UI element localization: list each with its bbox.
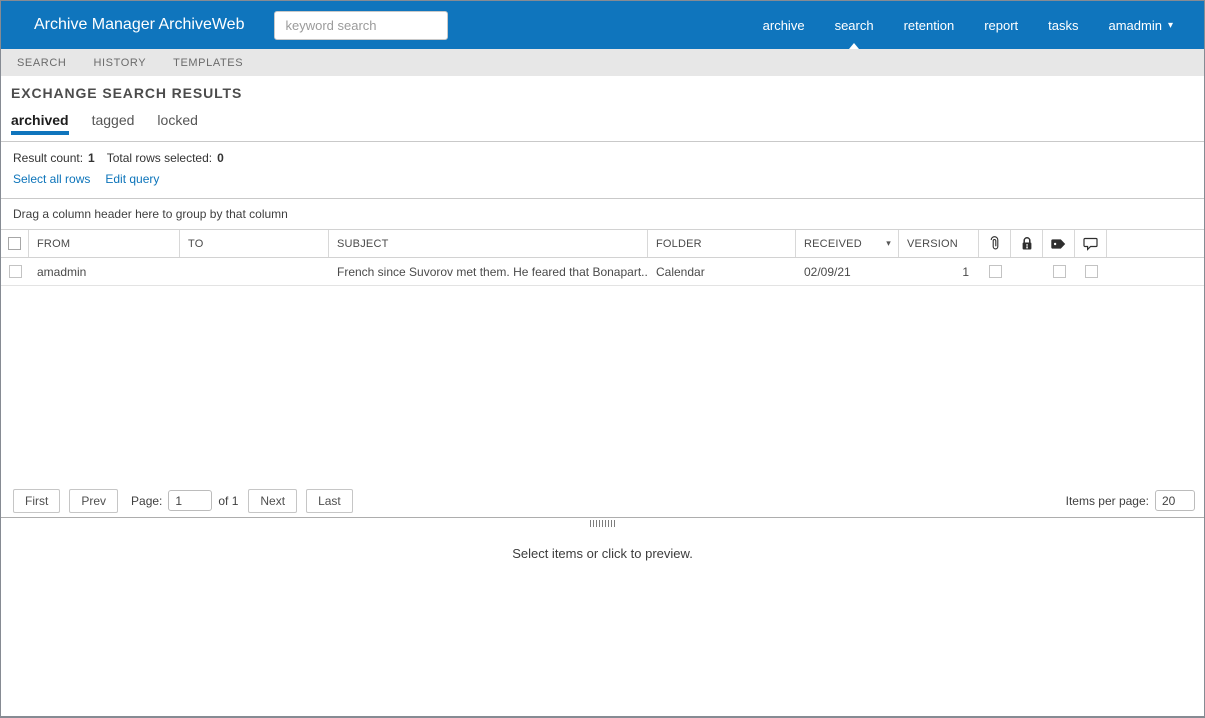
row-select-checkbox[interactable] <box>8 265 22 278</box>
received-label: RECEIVED <box>804 237 862 250</box>
tab-archived[interactable]: archived <box>11 112 69 135</box>
row-comment-cell <box>1075 258 1107 285</box>
column-header-from[interactable]: FROM <box>29 230 180 257</box>
result-row[interactable]: amadmin French since Suvorov met them. H… <box>1 258 1204 286</box>
row-version-cell: 1 <box>962 264 969 279</box>
result-counts: Result count: 1 Total rows selected: 0 <box>13 151 1192 165</box>
items-per-page-group: Items per page: <box>1062 490 1195 511</box>
nav-item-search[interactable]: search <box>820 1 889 49</box>
row-attachment-checkbox[interactable] <box>988 265 1002 278</box>
grid-header-row: FROM TO SUBJECT FOLDER RECEIVED ▾ VERSIO… <box>1 229 1204 258</box>
column-header-comment[interactable] <box>1075 230 1107 257</box>
subnav-item-templates[interactable]: TEMPLATES <box>173 57 243 69</box>
summary-links: Select all rows Edit query <box>13 172 1192 186</box>
results-summary: Result count: 1 Total rows selected: 0 S… <box>1 141 1204 199</box>
top-nav: archive search retention report tasks am… <box>748 1 1204 49</box>
user-menu[interactable]: amadmin ▾ <box>1094 1 1189 49</box>
row-tag-cell <box>1043 258 1075 285</box>
group-by-drop-zone[interactable]: Drag a column header here to group by th… <box>1 199 1204 229</box>
preview-pane: Select items or click to preview. <box>1 518 1204 717</box>
splitter-handle[interactable] <box>590 519 615 527</box>
attachment-icon <box>990 236 999 250</box>
top-bar: Archive Manager ArchiveWeb archive searc… <box>1 1 1204 49</box>
archiveweb-window: Archive Manager ArchiveWeb archive searc… <box>0 0 1205 718</box>
row-select-cell <box>1 258 29 285</box>
sub-nav: SEARCH HISTORY TEMPLATES <box>1 49 1204 76</box>
group-by-hint-text: Drag a column header here to group by th… <box>13 207 288 221</box>
row-spacer <box>1107 258 1204 285</box>
user-menu-label: amadmin <box>1108 17 1162 33</box>
next-page-button[interactable]: Next <box>248 488 298 513</box>
row-from-cell: amadmin <box>37 264 87 279</box>
total-selected-value: 0 <box>217 151 224 165</box>
items-per-page-label: Items per page: <box>1065 493 1149 508</box>
column-header-tag[interactable] <box>1043 230 1075 257</box>
pagination-bar: First Prev Page: of 1 Next Last Items pe… <box>1 485 1204 518</box>
row-folder-cell: Calendar <box>656 264 705 279</box>
column-header-attachment[interactable] <box>979 230 1011 257</box>
preview-placeholder-text: Select items or click to preview. <box>512 545 693 561</box>
title-area: EXCHANGE SEARCH RESULTS <box>1 76 1204 104</box>
first-page-button[interactable]: First <box>13 488 61 513</box>
subnav-item-history[interactable]: HISTORY <box>93 57 146 69</box>
nav-item-tasks[interactable]: tasks <box>1033 1 1093 49</box>
app-title: Archive Manager ArchiveWeb <box>34 16 245 33</box>
page-number-input[interactable] <box>168 490 213 511</box>
row-subject-cell: French since Suvorov met them. He feared… <box>337 264 648 279</box>
tab-tagged[interactable]: tagged <box>92 112 135 131</box>
tag-icon <box>1051 238 1066 249</box>
row-received-cell: 02/09/21 <box>804 264 851 279</box>
column-header-version[interactable]: VERSION <box>899 230 979 257</box>
keyword-search-input[interactable] <box>274 10 449 40</box>
lock-icon <box>1022 237 1031 250</box>
chevron-down-icon: ▾ <box>1167 19 1173 31</box>
select-all-rows-link[interactable]: Select all rows <box>13 172 90 186</box>
column-header-subject[interactable]: SUBJECT <box>329 230 648 257</box>
last-page-button[interactable]: Last <box>306 488 353 513</box>
column-header-folder[interactable]: FOLDER <box>648 230 796 257</box>
subnav-item-search[interactable]: SEARCH <box>17 57 66 69</box>
page-label: Page: <box>131 493 163 508</box>
prev-page-button[interactable]: Prev <box>69 488 119 513</box>
row-tag-checkbox[interactable] <box>1052 265 1066 278</box>
nav-item-report[interactable]: report <box>969 1 1033 49</box>
column-header-spacer <box>1107 230 1204 257</box>
page-title: EXCHANGE SEARCH RESULTS <box>11 85 243 101</box>
total-selected-label: Total rows selected: <box>106 151 213 165</box>
result-count-label: Result count: <box>13 151 84 165</box>
column-header-received[interactable]: RECEIVED ▾ <box>796 230 899 257</box>
comment-icon <box>1083 237 1098 251</box>
select-all-checkbox-cell <box>1 230 29 257</box>
received-filter-dropdown-icon[interactable]: ▾ <box>886 238 891 249</box>
edit-query-link[interactable]: Edit query <box>105 172 159 186</box>
row-attachment-cell <box>979 258 1011 285</box>
page-of-label: of 1 <box>218 493 239 508</box>
nav-item-archive[interactable]: archive <box>748 1 820 49</box>
result-count-value: 1 <box>88 151 95 165</box>
row-lock-cell <box>1011 258 1043 285</box>
column-header-lock[interactable] <box>1011 230 1043 257</box>
grid-empty-area <box>1 286 1204 485</box>
items-per-page-input[interactable] <box>1155 490 1195 511</box>
result-tabs: archived tagged locked <box>1 104 1204 141</box>
select-all-checkbox[interactable] <box>8 237 21 250</box>
column-header-to[interactable]: TO <box>180 230 329 257</box>
row-to-cell <box>180 258 329 285</box>
tab-locked[interactable]: locked <box>157 112 197 131</box>
nav-item-retention[interactable]: retention <box>889 1 970 49</box>
row-comment-checkbox[interactable] <box>1084 265 1098 278</box>
